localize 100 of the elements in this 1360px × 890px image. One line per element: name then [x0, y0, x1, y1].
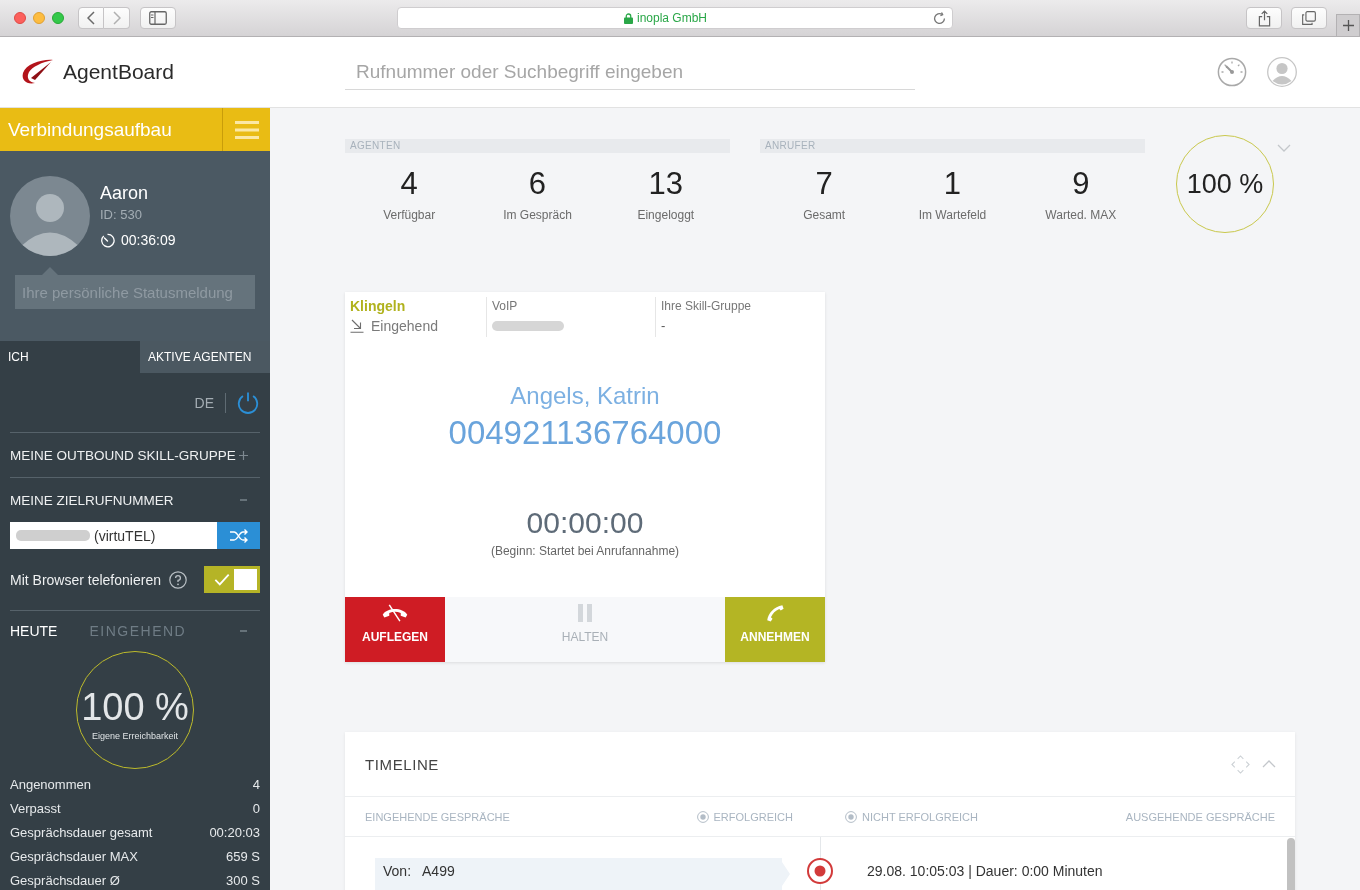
- section-title[interactable]: MEINE ZIELRUFNUMMER: [10, 492, 174, 508]
- stat-label: Verpasst: [10, 800, 61, 816]
- share-icon: [1257, 9, 1271, 27]
- target-number-field[interactable]: (virtuTEL): [10, 522, 217, 549]
- section-title[interactable]: MEINE OUTBOUND SKILL-GRUPPE: [10, 447, 236, 463]
- sidebar-button[interactable]: [140, 7, 176, 29]
- check-icon: [214, 573, 230, 586]
- metric-label: Verfügbar: [383, 208, 436, 223]
- stat-label: Angenommen: [10, 776, 91, 792]
- line-label: VoIP: [492, 298, 518, 315]
- stat-label: Gesprächsdauer gesamt: [10, 824, 153, 840]
- user-icon[interactable]: [1267, 57, 1297, 87]
- menu-button[interactable]: [222, 108, 270, 151]
- hang-up-phone-icon: [381, 604, 409, 622]
- minimize-window-icon[interactable]: [33, 12, 45, 24]
- plus-icon[interactable]: [239, 450, 248, 460]
- stat-value: 00:20:03: [209, 824, 260, 840]
- stats-tab[interactable]: HEUTE: [10, 623, 58, 639]
- power-icon[interactable]: [236, 390, 260, 415]
- radio-icon[interactable]: [845, 810, 857, 823]
- caller-number: 004921136764000: [448, 415, 722, 451]
- call-duration: 00:00:00: [526, 506, 644, 540]
- stat-label: Gesprächsdauer MAX: [10, 848, 138, 864]
- incoming-calls-label: EINGEHENDE GESPRÄCHE: [365, 810, 510, 823]
- forward-button[interactable]: [104, 7, 130, 29]
- record-icon: [807, 858, 833, 884]
- stat-value: 659 S: [226, 848, 260, 864]
- metric-label: Im Wartefeld: [918, 208, 987, 223]
- duration-note: (Beginn: Startet bei Anrufannahme): [490, 543, 680, 559]
- call-status: Klingeln: [350, 297, 406, 315]
- plus-icon: [1342, 20, 1354, 31]
- fullscreen-window-icon[interactable]: [52, 12, 64, 24]
- caller-name: Angels, Katrin: [510, 382, 660, 410]
- new-tab-button[interactable]: [1336, 14, 1360, 36]
- close-window-icon[interactable]: [14, 12, 26, 24]
- stopwatch-icon: [100, 232, 115, 248]
- metric-label: Eingeloggt: [637, 208, 695, 223]
- toggle-switch[interactable]: [204, 566, 260, 593]
- chevron-up-icon[interactable]: [1262, 760, 1276, 768]
- chevron-down-icon[interactable]: [1277, 144, 1291, 152]
- reachability-value: 100 %: [81, 685, 189, 728]
- blurred-number: [492, 321, 564, 331]
- stat-value: 0: [252, 800, 260, 816]
- metric-value: 13: [648, 167, 684, 201]
- field-value: (virtuTEL): [94, 527, 156, 544]
- outgoing-calls-label: AUSGEHENDE GESPRÄCHE: [1125, 810, 1275, 823]
- agent-name: Aaron: [100, 182, 150, 204]
- metric-label: Warted. MAX: [1045, 208, 1117, 223]
- metric-value: 1: [943, 167, 962, 201]
- language-button[interactable]: DE: [194, 394, 214, 411]
- chevron-right-icon: [112, 11, 121, 25]
- incoming-arrow-icon: [350, 319, 364, 333]
- timeline-title: TIMELINE: [365, 755, 439, 773]
- shuffle-button[interactable]: [217, 522, 260, 549]
- skill-group-value: -: [661, 318, 666, 333]
- share-button[interactable]: [1246, 7, 1282, 29]
- help-icon[interactable]: [168, 570, 187, 589]
- service-level-value: 100 %: [1186, 168, 1264, 200]
- expand-arrows-icon[interactable]: [1231, 754, 1250, 774]
- sidebar-icon: [149, 11, 167, 25]
- group-header: ANRUFER: [760, 139, 1145, 153]
- tab-overview-button[interactable]: [1291, 7, 1327, 29]
- call-summary: 29.08. 10:05:03 | Dauer: 0:00 Minuten: [867, 863, 1103, 879]
- status-banner: Verbindungsaufbau: [0, 108, 222, 151]
- group-header: AGENTEN: [345, 139, 730, 153]
- stat-value: 4: [252, 776, 260, 792]
- call-direction: Eingehend: [371, 318, 438, 334]
- lock-icon: [624, 12, 633, 24]
- scrollbar-thumb[interactable]: [1287, 838, 1295, 890]
- phone-icon: [766, 604, 784, 622]
- metric-value: 6: [528, 167, 547, 201]
- pause-icon: [578, 604, 592, 622]
- from-label: Von:: [383, 862, 412, 880]
- shuffle-icon: [228, 527, 249, 544]
- address-field[interactable]: inopla GmbH: [397, 7, 953, 29]
- reachability-caption: Eigene Erreichbarkeit: [91, 730, 178, 741]
- metric-value: 9: [1072, 167, 1090, 201]
- metric-label: Gesamt: [803, 208, 846, 223]
- stat-label: Gesprächsdauer Ø: [10, 872, 120, 888]
- session-timer: 00:36:09: [121, 232, 176, 248]
- menu-icon: [234, 120, 259, 139]
- stat-value: 300 S: [226, 872, 260, 888]
- from-value: A499: [422, 862, 455, 880]
- hang-up-button[interactable]: AUFLEGEN: [345, 597, 445, 662]
- radio-icon[interactable]: [696, 810, 709, 823]
- speedometer-icon[interactable]: [1217, 57, 1247, 87]
- browser-phone-label: Mit Browser telefonieren: [10, 571, 161, 588]
- app-logo-text: AgentBoard: [63, 60, 174, 84]
- agent-id: ID: 530: [100, 207, 143, 223]
- tabs-icon: [1302, 11, 1316, 25]
- back-button[interactable]: [78, 7, 104, 29]
- metric-value: 4: [400, 167, 418, 201]
- sidebar-tab[interactable]: AKTIVE AGENTEN: [140, 341, 270, 373]
- skill-group-label: Ihre Skill-Gruppe: [661, 298, 752, 315]
- reload-icon[interactable]: [933, 11, 946, 25]
- chevron-left-icon: [87, 11, 95, 25]
- swoosh-logo-icon: [20, 58, 54, 86]
- avatar-icon: [10, 176, 90, 256]
- metric-value: 7: [815, 167, 833, 201]
- callout-pointer-icon: [42, 267, 58, 275]
